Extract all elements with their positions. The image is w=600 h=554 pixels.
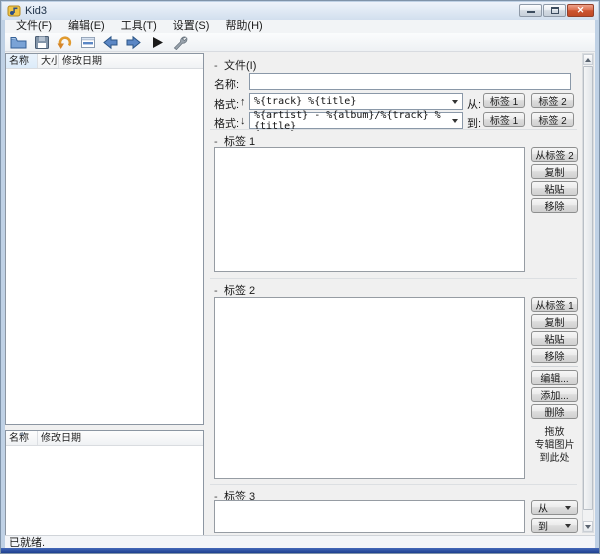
tag2-copy-button[interactable]: 复制 bbox=[531, 314, 578, 329]
next-icon bbox=[125, 35, 142, 50]
kid3-window: Kid3 ✕ 文件(F) 编辑(E) 工具(T) 设置(S) 帮助(H) bbox=[0, 0, 600, 554]
vertical-scrollbar[interactable] bbox=[582, 53, 594, 533]
filename-input[interactable] bbox=[249, 73, 571, 90]
format-from-label: 格式: bbox=[214, 96, 239, 112]
main-area: 名称 大小 修改日期 名称 修改日期 bbox=[5, 52, 595, 535]
format-from-combobox[interactable]: %{track} %{title} bbox=[249, 93, 463, 110]
minimize-icon bbox=[527, 11, 535, 13]
dir-list-column-name[interactable]: 名称 bbox=[6, 431, 38, 445]
tag2-edit-button[interactable]: 编辑... bbox=[531, 370, 578, 385]
dir-list-body[interactable] bbox=[6, 446, 203, 535]
window-title: Kid3 bbox=[25, 5, 47, 17]
filename-from-tag2-button[interactable]: 标签 2 bbox=[531, 93, 574, 108]
arrow-up-icon bbox=[585, 58, 591, 62]
dir-list-column-date[interactable]: 修改日期 bbox=[38, 431, 203, 445]
tag3-frame-table[interactable] bbox=[214, 500, 525, 533]
tag2-frame-table[interactable] bbox=[214, 297, 525, 479]
button-divider bbox=[531, 366, 578, 367]
file-list-column-size[interactable]: 大小 bbox=[38, 54, 59, 68]
menubar: 文件(F) 编辑(E) 工具(T) 设置(S) 帮助(H) bbox=[5, 20, 595, 33]
section-divider bbox=[210, 484, 577, 485]
statusbar: 已就绪. bbox=[5, 535, 595, 548]
playlist-icon bbox=[80, 35, 96, 50]
file-list-body[interactable] bbox=[6, 69, 203, 424]
play-button[interactable] bbox=[146, 34, 167, 51]
maximize-button[interactable] bbox=[543, 4, 566, 17]
close-icon: ✕ bbox=[577, 5, 585, 16]
tag1-frame-table[interactable] bbox=[214, 147, 525, 272]
dir-list-panel: 名称 修改日期 bbox=[5, 430, 204, 536]
tag-edit-area: -文件(I) 名称: 格式: ↑ %{track} %{title} 从: 标签… bbox=[208, 52, 597, 537]
tag1-from-tag2-button[interactable]: 从标签 2 bbox=[531, 147, 578, 162]
tag2-paste-button[interactable]: 粘贴 bbox=[531, 331, 578, 346]
format-to-arrow-icon: ↓ bbox=[240, 115, 246, 127]
chevron-down-icon bbox=[565, 524, 571, 528]
toolbar bbox=[5, 33, 595, 52]
menu-tools[interactable]: 工具(T) bbox=[114, 20, 164, 33]
titlebar: Kid3 ✕ bbox=[2, 2, 598, 20]
chevron-down-icon bbox=[452, 119, 458, 123]
scroll-up-button[interactable] bbox=[583, 54, 593, 65]
section-divider bbox=[210, 278, 577, 279]
filename-to-tag1-button[interactable]: 标签 1 bbox=[483, 112, 525, 127]
tag2-section-header[interactable]: -标签 2 bbox=[214, 282, 255, 298]
sort-ascending-icon bbox=[19, 55, 25, 58]
file-list-panel: 名称 大小 修改日期 bbox=[5, 53, 204, 425]
settings-button[interactable] bbox=[169, 34, 190, 51]
tag1-paste-button[interactable]: 粘贴 bbox=[531, 181, 578, 196]
menu-file[interactable]: 文件(F) bbox=[9, 20, 59, 33]
close-button[interactable]: ✕ bbox=[567, 4, 594, 17]
menu-help[interactable]: 帮助(H) bbox=[218, 20, 269, 33]
save-icon bbox=[34, 35, 50, 50]
window-bottom-frame bbox=[1, 548, 599, 553]
previous-file-button[interactable] bbox=[100, 34, 121, 51]
chevron-down-icon bbox=[452, 100, 458, 104]
tag2-add-button[interactable]: 添加... bbox=[531, 387, 578, 402]
dir-list-header: 名称 修改日期 bbox=[6, 431, 203, 446]
revert-button[interactable] bbox=[54, 34, 75, 51]
file-list-column-name[interactable]: 名称 bbox=[6, 54, 38, 68]
save-button[interactable] bbox=[31, 34, 52, 51]
filename-to-tag2-button[interactable]: 标签 2 bbox=[531, 112, 574, 127]
revert-icon bbox=[57, 35, 73, 50]
format-to-combobox[interactable]: %{artist} - %{album}/%{track} %{title} bbox=[249, 112, 463, 129]
open-button[interactable] bbox=[8, 34, 29, 51]
maximize-icon bbox=[551, 7, 559, 14]
next-file-button[interactable] bbox=[123, 34, 144, 51]
app-icon bbox=[7, 4, 21, 18]
open-folder-icon bbox=[10, 35, 27, 50]
section-divider bbox=[210, 129, 577, 130]
menu-settings[interactable]: 设置(S) bbox=[166, 20, 217, 33]
album-art-drop-zone[interactable]: 拖放 专辑图片 到此处 bbox=[526, 426, 583, 465]
tag1-remove-button[interactable]: 移除 bbox=[531, 198, 578, 213]
minimize-button[interactable] bbox=[519, 4, 542, 17]
tag1-copy-button[interactable]: 复制 bbox=[531, 164, 578, 179]
wrench-icon bbox=[171, 35, 188, 50]
sort-ascending-icon bbox=[19, 432, 25, 435]
playlist-button[interactable] bbox=[77, 34, 98, 51]
tag2-delete-button[interactable]: 删除 bbox=[531, 404, 578, 419]
menu-edit[interactable]: 编辑(E) bbox=[61, 20, 112, 33]
tag3-from-button[interactable]: 从 bbox=[531, 500, 578, 515]
filename-label: 名称: bbox=[214, 76, 239, 92]
arrow-down-icon bbox=[585, 525, 591, 529]
collapse-indicator[interactable]: - bbox=[214, 285, 224, 297]
from-label: 从: bbox=[467, 96, 481, 112]
previous-icon bbox=[102, 35, 119, 50]
tag2-remove-button[interactable]: 移除 bbox=[531, 348, 578, 363]
file-section-header[interactable]: -文件(I) bbox=[214, 57, 256, 73]
scroll-down-button[interactable] bbox=[583, 521, 593, 532]
file-list-column-date[interactable]: 修改日期 bbox=[59, 54, 203, 68]
play-icon bbox=[150, 35, 164, 50]
tag2-from-tag1-button[interactable]: 从标签 1 bbox=[531, 297, 578, 312]
filename-from-tag1-button[interactable]: 标签 1 bbox=[483, 93, 525, 108]
format-from-arrow-icon: ↑ bbox=[240, 96, 246, 108]
file-list-header: 名称 大小 修改日期 bbox=[6, 54, 203, 69]
tag3-to-button[interactable]: 到 bbox=[531, 518, 578, 533]
chevron-down-icon bbox=[565, 506, 571, 510]
collapse-indicator[interactable]: - bbox=[214, 60, 224, 72]
scrollbar-thumb[interactable] bbox=[583, 66, 593, 510]
